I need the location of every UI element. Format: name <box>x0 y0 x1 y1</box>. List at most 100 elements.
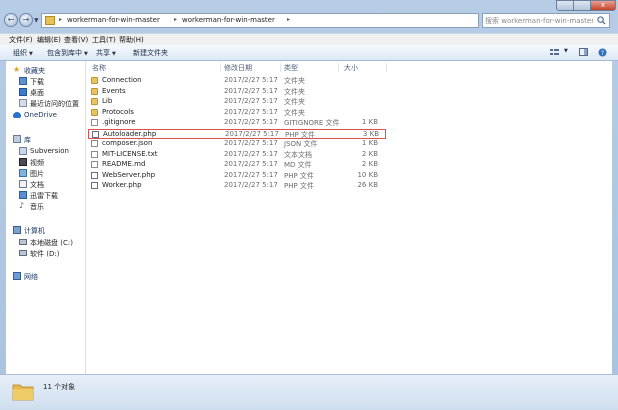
file-date: 2017/2/27 5:17 <box>225 129 279 138</box>
cloud-icon <box>13 112 21 118</box>
new-folder-button[interactable]: 新建文件夹 <box>133 48 168 58</box>
search-icon[interactable] <box>597 16 606 25</box>
thunder-download-icon <box>19 191 27 199</box>
file-icon <box>91 119 98 126</box>
file-row[interactable]: Worker.php 2017/2/27 5:17 PHP 文件 26 KB <box>88 181 386 191</box>
column-header-name[interactable]: 名称 <box>92 63 106 73</box>
column-divider[interactable] <box>220 63 221 72</box>
column-header-date[interactable]: 修改日期 <box>224 63 252 73</box>
nav-item-drive-c[interactable]: 本地磁盘 (C:) <box>6 237 84 248</box>
back-button[interactable]: ← <box>4 13 18 27</box>
menu-edit[interactable]: 编辑(E) <box>37 35 61 45</box>
nav-item-drive-d[interactable]: 软件 (D:) <box>6 248 84 259</box>
nav-item-subversion[interactable]: Subversion <box>6 146 84 157</box>
music-icon: ♪ <box>19 201 25 210</box>
breadcrumb-separator[interactable]: ▸ <box>174 16 177 23</box>
file-type: 文件夹 <box>284 77 305 85</box>
nav-item-recent[interactable]: 最近访问的位置 <box>6 98 84 109</box>
explorer-window: x ← → ▼ ▸ workerman-for-win-master ▸ wor… <box>0 0 618 410</box>
file-row[interactable]: Protocols 2017/2/27 5:17 文件夹 <box>88 108 386 118</box>
nav-network[interactable]: 网络 <box>6 271 84 282</box>
share-label: 共享 <box>96 49 110 57</box>
file-date: 2017/2/27 5:17 <box>224 97 278 105</box>
view-options-icon[interactable] <box>550 48 562 56</box>
column-divider[interactable] <box>338 63 339 72</box>
breadcrumb-item[interactable]: workerman-for-win-master <box>67 16 160 24</box>
include-in-library-button[interactable]: 包含到库中 ▼ <box>47 48 88 58</box>
forward-button[interactable]: → <box>19 13 33 27</box>
computer-icon <box>13 226 21 234</box>
nav-favorites[interactable]: ★ 收藏夹 <box>6 65 84 76</box>
column-header-size[interactable]: 大小 <box>344 63 358 73</box>
search-input[interactable] <box>485 15 593 26</box>
share-button[interactable]: 共享 ▼ <box>96 48 116 58</box>
file-size: 2 KB <box>361 149 378 158</box>
breadcrumb-item[interactable]: workerman-for-win-master <box>182 16 275 24</box>
network-icon <box>13 272 21 280</box>
nav-libraries[interactable]: 库 <box>6 134 84 145</box>
nav-item-videos[interactable]: 视频 <box>6 157 84 168</box>
preview-pane-icon[interactable] <box>579 48 588 56</box>
file-row[interactable]: MIT-LICENSE.txt 2017/2/27 5:17 文本文档 2 KB <box>88 150 386 160</box>
file-icon <box>91 140 98 147</box>
nav-item-music[interactable]: ♪ 音乐 <box>6 201 84 212</box>
file-row[interactable]: Lib 2017/2/27 5:17 文件夹 <box>88 97 386 107</box>
minimize-button[interactable] <box>556 0 574 11</box>
address-bar[interactable]: ▸ workerman-for-win-master ▸ workerman-f… <box>41 13 518 28</box>
nav-item-label: 下载 <box>30 78 44 86</box>
php-file-icon <box>92 130 99 138</box>
menu-file[interactable]: 文件(F) <box>9 35 33 45</box>
view-options-dropdown-icon[interactable]: ▼ <box>564 48 568 54</box>
file-row[interactable]: .gitignore 2017/2/27 5:17 GITIGNORE 文件 1 KB <box>88 118 386 128</box>
nav-computer-label: 计算机 <box>24 227 45 235</box>
search-box[interactable] <box>482 13 610 28</box>
file-row[interactable]: composer.json 2017/2/27 5:17 JSON 文件 1 KB <box>88 139 386 149</box>
nav-item-downloads[interactable]: 下载 <box>6 76 84 87</box>
menu-help[interactable]: 帮助(H) <box>119 35 144 45</box>
column-header-type[interactable]: 类型 <box>284 63 298 73</box>
organize-button[interactable]: 组织 ▼ <box>13 48 33 58</box>
nav-item-pictures[interactable]: 图片 <box>6 168 84 179</box>
file-name: README.md <box>102 160 146 168</box>
nav-item-desktop[interactable]: 桌面 <box>6 87 84 98</box>
maximize-button[interactable] <box>573 0 591 11</box>
file-row[interactable]: Connection 2017/2/27 5:17 文件夹 <box>88 76 386 86</box>
command-bar: 组织 ▼ 包含到库中 ▼ 共享 ▼ 新建文件夹 ▼ ? <box>0 45 618 61</box>
file-name: Connection <box>102 76 142 84</box>
help-icon[interactable]: ? <box>598 48 607 57</box>
drive-icon <box>19 239 27 245</box>
nav-onedrive[interactable]: OneDrive <box>6 110 84 121</box>
file-row[interactable]: WebServer.php 2017/2/27 5:17 PHP 文件 10 KB <box>88 171 386 181</box>
nav-computer[interactable]: 计算机 <box>6 225 84 236</box>
file-date: 2017/2/27 5:17 <box>224 160 278 168</box>
main-area: ★ 收藏夹 下载 桌面 最近访问的位置 OneDrive 库 Subversio… <box>6 61 612 374</box>
recent-places-icon <box>19 99 27 107</box>
file-type: 文件夹 <box>284 87 305 96</box>
nav-libraries-label: 库 <box>24 136 31 144</box>
menu-tools[interactable]: 工具(T) <box>92 35 116 45</box>
nav-item-label: 迅雷下载 <box>30 192 58 200</box>
file-name: WebServer.php <box>102 170 156 179</box>
column-divider[interactable] <box>280 63 281 72</box>
file-row[interactable]: Events 2017/2/27 5:17 文件夹 <box>88 87 386 97</box>
nav-item-documents[interactable]: 文档 <box>6 179 84 190</box>
folder-icon <box>91 108 98 116</box>
subversion-library-icon <box>19 147 27 155</box>
close-button[interactable]: x <box>590 0 616 11</box>
nav-item-thunder-downloads[interactable]: 迅雷下载 <box>6 190 84 201</box>
file-type: 文件夹 <box>284 108 305 117</box>
file-type: JSON 文件 <box>284 140 318 148</box>
nav-onedrive-label: OneDrive <box>24 111 57 119</box>
breadcrumb-separator[interactable]: ▸ <box>287 16 290 23</box>
column-divider[interactable] <box>386 63 387 72</box>
file-row[interactable]: README.md 2017/2/27 5:17 MD 文件 2 KB <box>88 160 386 170</box>
breadcrumb-separator[interactable]: ▸ <box>59 16 62 23</box>
file-row[interactable]: Autoloader.php 2017/2/27 5:17 PHP 文件 3 KB <box>88 128 386 139</box>
menu-view[interactable]: 查看(V) <box>64 35 88 45</box>
file-icon <box>91 161 98 168</box>
file-type: 文本文档 <box>284 150 312 159</box>
drive-icon <box>19 250 27 256</box>
nav-item-label: 桌面 <box>30 89 44 97</box>
recent-pages-dropdown-icon[interactable]: ▼ <box>34 17 39 24</box>
php-file-icon <box>91 182 98 189</box>
